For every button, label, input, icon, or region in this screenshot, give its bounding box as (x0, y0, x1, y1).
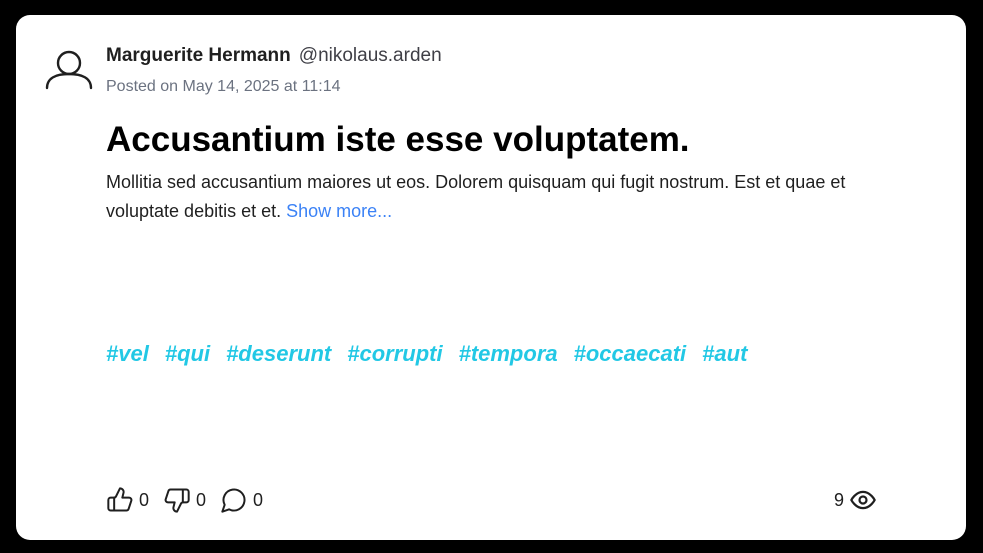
tag-link[interactable]: #occaecati (574, 341, 687, 367)
tag-link[interactable]: #tempora (459, 341, 558, 367)
tag-link[interactable]: #aut (702, 341, 747, 367)
like-button[interactable]: 0 (106, 486, 149, 514)
tag-list: #vel #qui #deserunt #corrupti #tempora #… (106, 341, 747, 367)
show-more-link[interactable]: Show more... (286, 201, 392, 221)
like-count: 0 (139, 489, 150, 510)
author-line: Marguerite Hermann @nikolaus.arden (106, 44, 442, 69)
post-timestamp: Posted on May 14, 2025 at 11:14 (106, 78, 341, 95)
eye-icon (850, 490, 876, 510)
tag-link[interactable]: #deserunt (226, 341, 331, 367)
comment-button[interactable]: 0 (220, 486, 263, 514)
tag-link[interactable]: #corrupti (347, 341, 442, 367)
post-card: Marguerite Hermann @nikolaus.arden Posted… (16, 15, 966, 540)
thumbs-down-icon (164, 488, 190, 513)
dislike-count: 0 (196, 489, 207, 510)
post-body-text: Mollitia sed accusantium maiores ut eos.… (106, 172, 846, 221)
comment-count: 0 (253, 489, 264, 510)
post-body: Mollitia sed accusantium maiores ut eos.… (106, 168, 876, 226)
thumbs-up-icon (107, 487, 133, 512)
dislike-button[interactable]: 0 (163, 486, 206, 514)
comment-bubble-icon (221, 488, 246, 513)
post-actions: 0 0 0 (106, 485, 277, 515)
view-count: 9 (834, 489, 845, 510)
view-counter: 9 (834, 485, 877, 515)
tag-link[interactable]: #vel (106, 341, 149, 367)
author-handle[interactable]: @nikolaus.arden (299, 45, 442, 66)
tag-link[interactable]: #qui (165, 341, 210, 367)
user-icon[interactable] (44, 45, 94, 105)
post-title: Accusantium iste esse voluptatem. (106, 120, 690, 159)
author-name[interactable]: Marguerite Hermann (106, 45, 291, 66)
